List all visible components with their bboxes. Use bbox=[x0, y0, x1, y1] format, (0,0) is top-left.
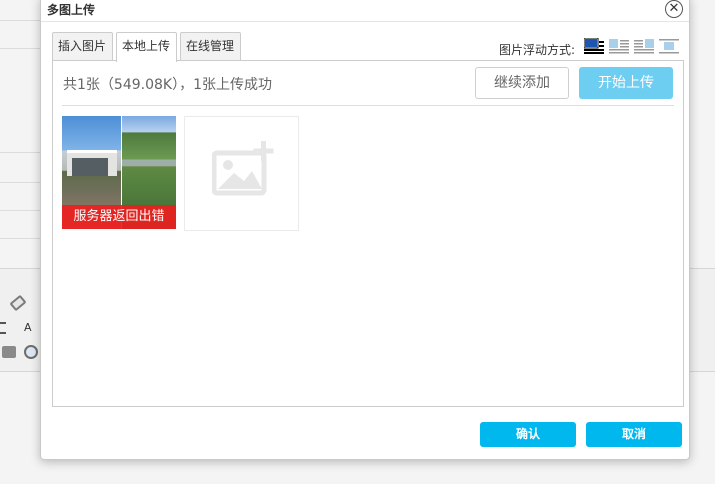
dialog-title: 多图上传 bbox=[47, 3, 96, 17]
align-icon[interactable] bbox=[0, 322, 6, 334]
thumbnail-building-shadow bbox=[72, 158, 108, 176]
tab-insert-image[interactable]: 插入图片 bbox=[52, 32, 113, 61]
upload-panel: 共1张（549.08K），1张上传成功 继续添加 开始上传 服务器返回出错 bbox=[52, 60, 684, 407]
tab-local-upload[interactable]: 本地上传 bbox=[116, 32, 177, 62]
uploaded-image-thumbnail[interactable]: 服务器返回出错 bbox=[62, 116, 176, 229]
continue-add-button[interactable]: 继续添加 bbox=[475, 67, 569, 99]
font-icon[interactable]: A bbox=[24, 321, 38, 335]
zoom-icon[interactable] bbox=[24, 345, 38, 359]
multi-image-upload-dialog: 多图上传 ✕ 插入图片 本地上传 在线管理 图片浮动方式: 共1张（549.08… bbox=[40, 0, 690, 460]
confirm-button[interactable]: 确认 bbox=[480, 422, 576, 447]
add-image-placeholder[interactable] bbox=[184, 116, 299, 231]
upload-error-banner: 服务器返回出错 bbox=[62, 205, 176, 229]
start-upload-button[interactable]: 开始上传 bbox=[579, 67, 673, 99]
panel-divider bbox=[62, 105, 674, 106]
bg-divider bbox=[0, 48, 40, 49]
bg-divider bbox=[0, 210, 40, 211]
print-icon[interactable] bbox=[2, 346, 16, 358]
tab-online-manage[interactable]: 在线管理 bbox=[180, 32, 241, 61]
bg-divider bbox=[0, 238, 40, 239]
title-divider bbox=[41, 21, 689, 22]
add-image-icon bbox=[212, 141, 274, 196]
upload-status: 共1张（549.08K），1张上传成功 bbox=[63, 77, 272, 93]
float-left-icon[interactable] bbox=[609, 38, 629, 55]
cancel-button[interactable]: 取消 bbox=[586, 422, 682, 447]
close-icon[interactable]: ✕ bbox=[665, 0, 683, 18]
float-center-icon[interactable] bbox=[659, 38, 679, 55]
bg-divider bbox=[0, 20, 40, 21]
float-right-icon[interactable] bbox=[634, 38, 654, 55]
bg-divider bbox=[0, 182, 40, 183]
float-mode-label: 图片浮动方式: bbox=[499, 43, 576, 57]
float-none-icon[interactable] bbox=[584, 38, 604, 55]
bg-divider bbox=[0, 152, 40, 153]
